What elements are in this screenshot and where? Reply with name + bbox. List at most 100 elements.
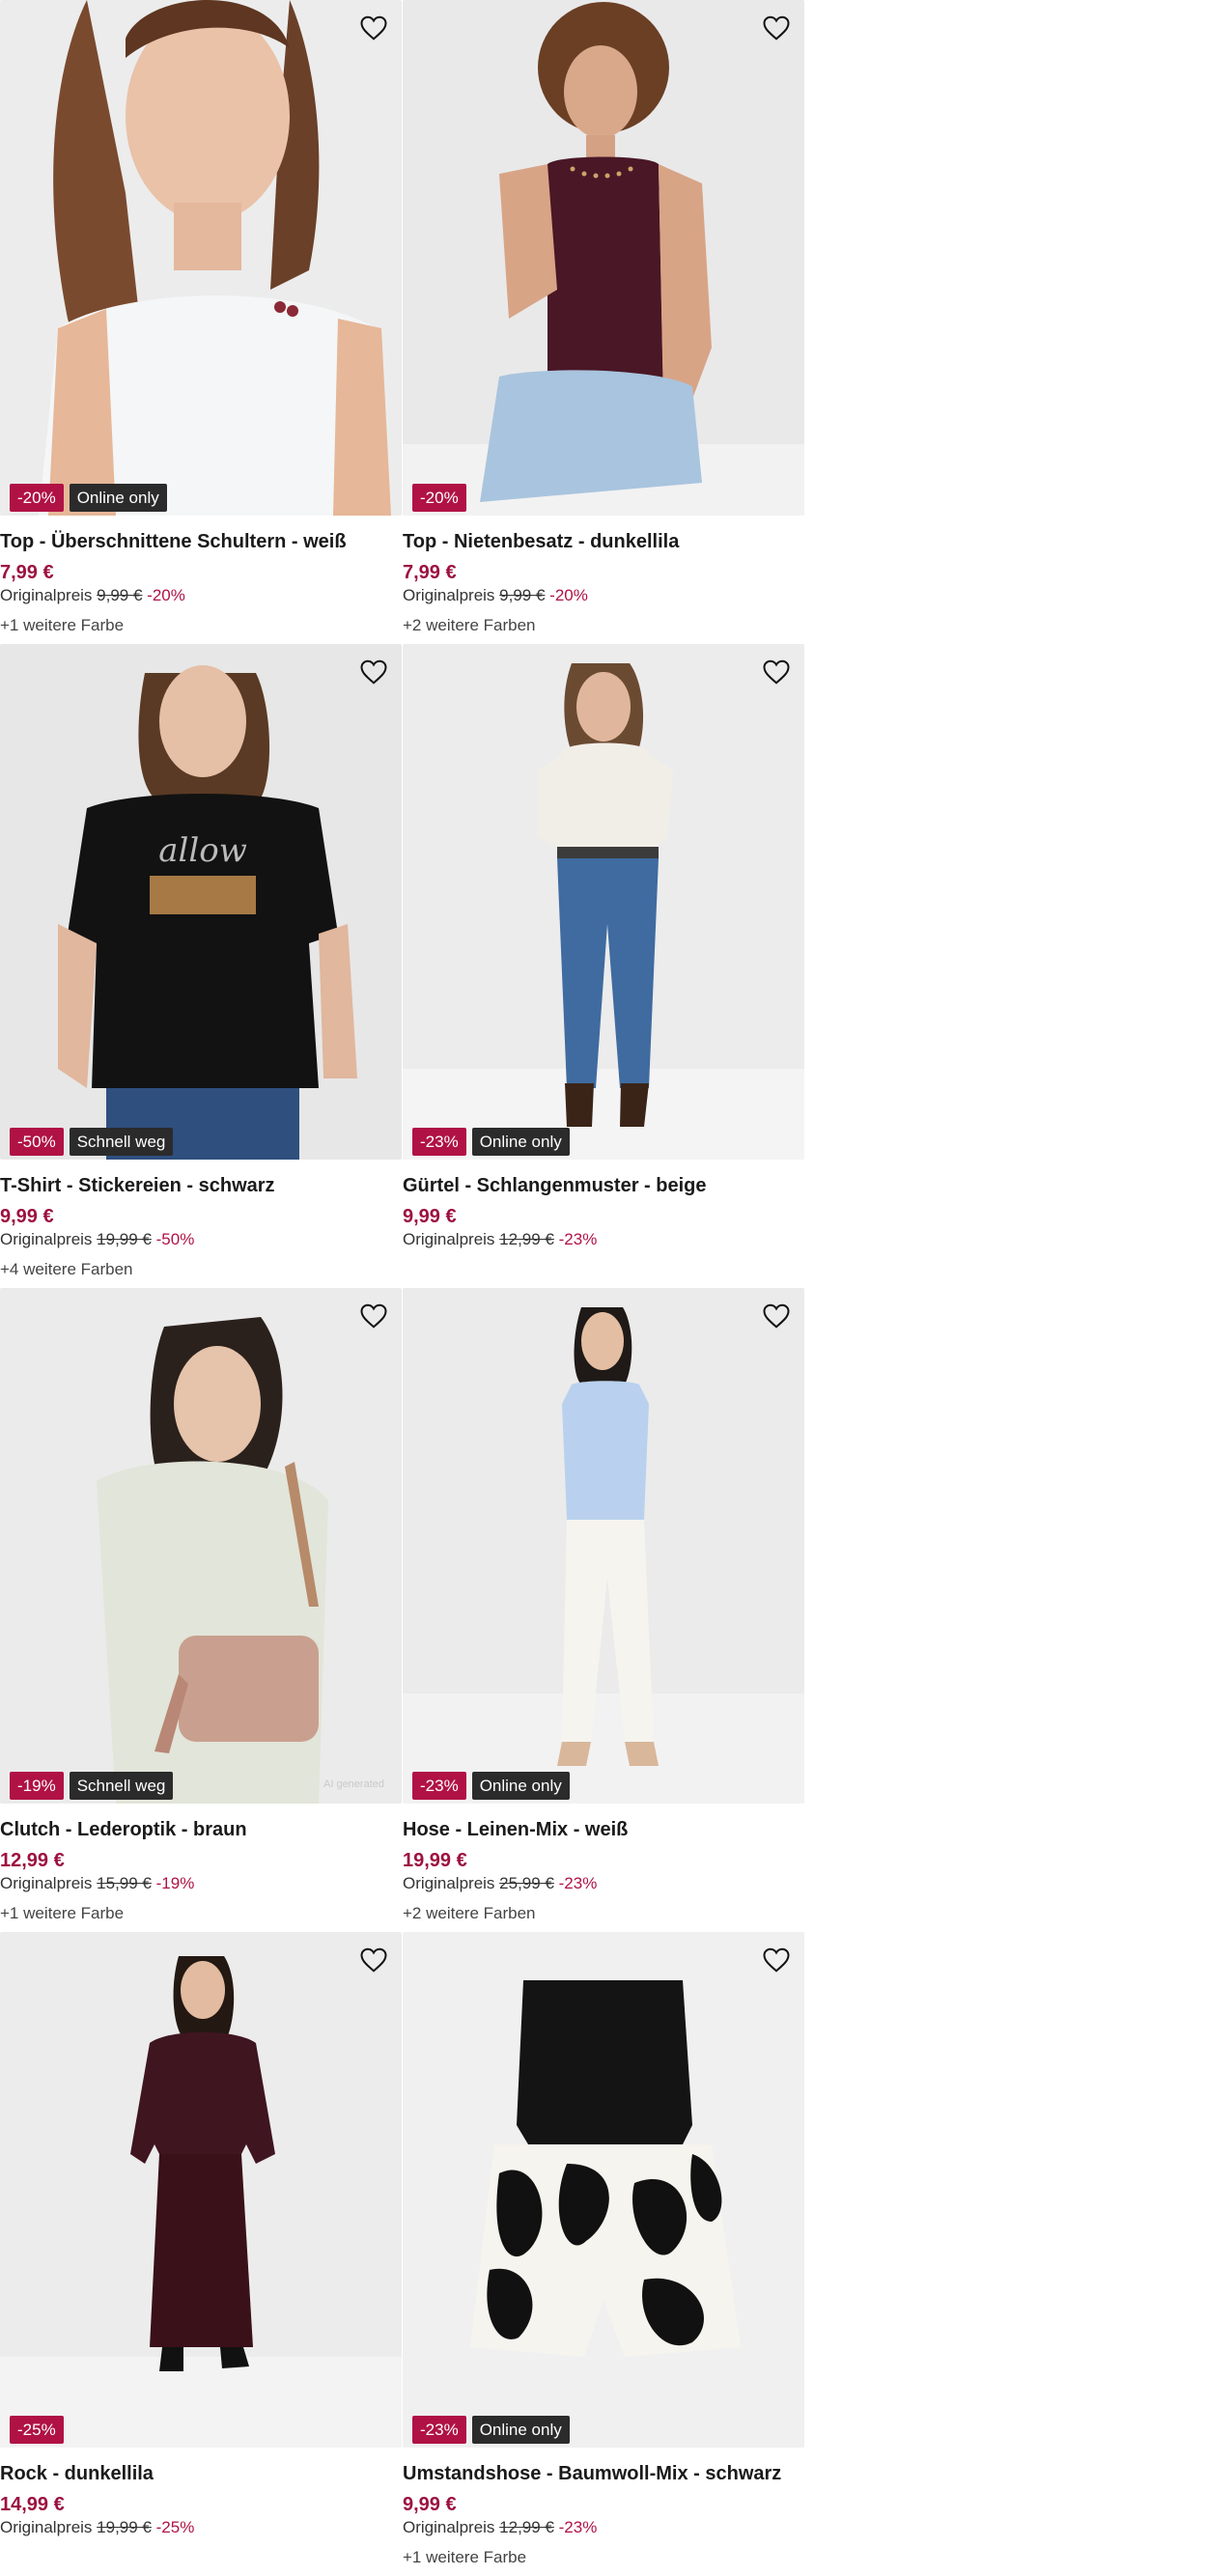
product-image[interactable]: allow -50% Schnell weg (0, 644, 402, 1160)
wishlist-button[interactable] (357, 14, 390, 42)
more-colors[interactable]: +4 weitere Farben (0, 1260, 403, 1279)
original-price-line: Originalpreis 12,99 € -23% (403, 2518, 805, 2537)
discount-badge: -23% (412, 1772, 466, 1800)
original-price: 25,99 € (499, 1874, 554, 1892)
product-card[interactable]: allow -50% Schnell weg T-Shirt - Sticker… (0, 644, 403, 1288)
wishlist-button[interactable] (357, 1302, 390, 1330)
product-price: 9,99 € (0, 1206, 54, 1227)
svg-text:allow: allow (158, 831, 247, 870)
label-badge: Online only (471, 1772, 570, 1800)
product-info: Top - Überschnittene Schultern - weiß 7,… (0, 516, 403, 635)
model-black-tshirt-image: allow (0, 644, 402, 1160)
product-info: T-Shirt - Stickereien - schwarz 9,99 € O… (0, 1160, 403, 1279)
more-colors[interactable]: +2 weitere Farben (403, 616, 805, 635)
discount-badge: -20% (412, 484, 466, 512)
heart-outline-icon (763, 1947, 790, 1973)
discount-badge: -50% (10, 1128, 64, 1156)
product-price: 9,99 € (403, 1206, 457, 1227)
wishlist-button[interactable] (760, 658, 793, 686)
discount-badge: -20% (10, 484, 64, 512)
product-title[interactable]: Top - Überschnittene Schultern - weiß (0, 531, 403, 553)
wishlist-button[interactable] (760, 1946, 793, 1974)
original-price-line: Originalpreis 19,99 € -50% (0, 1230, 403, 1249)
discount-percent: -23% (558, 1230, 598, 1248)
model-purple-tank-top-image (403, 0, 804, 516)
more-colors[interactable]: +1 weitere Farbe (0, 1904, 403, 1923)
badges: -50% Schnell weg (10, 1128, 174, 1156)
product-price: 7,99 € (0, 562, 54, 583)
product-image[interactable]: -23% Online only (403, 1288, 804, 1804)
product-card[interactable]: -20% Top - Nietenbesatz - dunkellila 7,9… (403, 0, 805, 644)
model-white-trousers-image (403, 1288, 804, 1804)
more-colors[interactable]: +1 weitere Farbe (0, 616, 403, 635)
original-price-label: Originalpreis (0, 1230, 93, 1248)
badges: -20% (412, 484, 466, 512)
product-title[interactable]: T-Shirt - Stickereien - schwarz (0, 1175, 403, 1197)
wishlist-button[interactable] (357, 658, 390, 686)
product-card[interactable]: -20% Online only Top - Überschnittene Sc… (0, 0, 403, 644)
product-image[interactable]: -23% Online only (403, 1932, 804, 2448)
product-card[interactable]: -23% Online only Umstandshose - Baumwoll… (403, 1932, 805, 2576)
model-purple-skirt-image (0, 1932, 402, 2448)
model-clutch-bag-image (0, 1288, 402, 1804)
product-title[interactable]: Hose - Leinen-Mix - weiß (403, 1819, 805, 1841)
discount-badge: -23% (412, 1128, 466, 1156)
more-colors[interactable]: +1 weitere Farbe (403, 2548, 805, 2567)
original-price-label: Originalpreis (403, 2518, 495, 2536)
product-card[interactable]: -23% Online only Hose - Leinen-Mix - wei… (403, 1288, 805, 1932)
product-info: Clutch - Lederoptik - braun 12,99 € Orig… (0, 1804, 403, 1923)
product-title[interactable]: Umstandshose - Baumwoll-Mix - schwarz (403, 2463, 805, 2485)
original-price-line: Originalpreis 25,99 € -23% (403, 1874, 805, 1893)
product-title[interactable]: Rock - dunkellila (0, 2463, 403, 2485)
discount-percent: -25% (155, 2518, 195, 2536)
badges: -20% Online only (10, 484, 167, 512)
product-price: 12,99 € (0, 1850, 65, 1871)
product-title[interactable]: Clutch - Lederoptik - braun (0, 1819, 403, 1841)
product-card[interactable]: -23% Online only Gürtel - Schlangenmuste… (403, 644, 805, 1288)
original-price-label: Originalpreis (0, 1874, 93, 1892)
product-title[interactable]: Gürtel - Schlangenmuster - beige (403, 1175, 805, 1197)
product-image[interactable]: -23% Online only (403, 644, 804, 1160)
product-image[interactable]: -20% (403, 0, 804, 516)
product-image[interactable]: -20% Online only (0, 0, 402, 516)
discount-percent: -50% (155, 1230, 195, 1248)
original-price-line: Originalpreis 15,99 € -19% (0, 1874, 403, 1893)
original-price: 12,99 € (499, 1230, 554, 1248)
wishlist-button[interactable] (760, 14, 793, 42)
original-price-label: Originalpreis (0, 586, 93, 604)
badges: -19% Schnell weg (10, 1772, 174, 1800)
model-jeans-belt-image (403, 644, 804, 1160)
original-price-line: Originalpreis 9,99 € -20% (0, 586, 403, 605)
product-image[interactable]: AI generated -19% Schnell weg (0, 1288, 402, 1804)
wishlist-button[interactable] (357, 1946, 390, 1974)
more-colors[interactable]: +2 weitere Farben (403, 1904, 805, 1923)
discount-badge: -25% (10, 2416, 64, 2444)
product-info: Top - Nietenbesatz - dunkellila 7,99 € O… (403, 516, 805, 635)
original-price-line: Originalpreis 9,99 € -20% (403, 586, 805, 605)
product-image[interactable]: -25% (0, 1932, 402, 2448)
original-price-label: Originalpreis (0, 2518, 93, 2536)
product-card[interactable]: -25% Rock - dunkellila 14,99 € Originalp… (0, 1932, 403, 2576)
label-badge: Online only (471, 1128, 570, 1156)
original-price: 9,99 € (97, 586, 143, 604)
badges: -25% (10, 2416, 64, 2444)
discount-percent: -20% (147, 586, 185, 604)
product-price: 19,99 € (403, 1850, 467, 1871)
product-card[interactable]: AI generated -19% Schnell weg Clutch - L… (0, 1288, 403, 1932)
heart-outline-icon (360, 1303, 387, 1329)
wishlist-button[interactable] (760, 1302, 793, 1330)
original-price-label: Originalpreis (403, 1874, 495, 1892)
label-badge: Online only (471, 2416, 570, 2444)
image-footnote: AI generated (323, 1778, 384, 1790)
original-price-line: Originalpreis 19,99 € -25% (0, 2518, 403, 2537)
label-badge: Schnell weg (69, 1772, 174, 1800)
product-title[interactable]: Top - Nietenbesatz - dunkellila (403, 531, 805, 553)
product-info: Gürtel - Schlangenmuster - beige 9,99 € … (403, 1160, 805, 1249)
maternity-shorts-image (403, 1932, 804, 2448)
label-badge: Online only (69, 484, 167, 512)
original-price-label: Originalpreis (403, 1230, 495, 1248)
original-price: 19,99 € (97, 2518, 152, 2536)
product-info: Umstandshose - Baumwoll-Mix - schwarz 9,… (403, 2448, 805, 2567)
product-price: 14,99 € (0, 2494, 65, 2515)
heart-outline-icon (360, 1947, 387, 1973)
